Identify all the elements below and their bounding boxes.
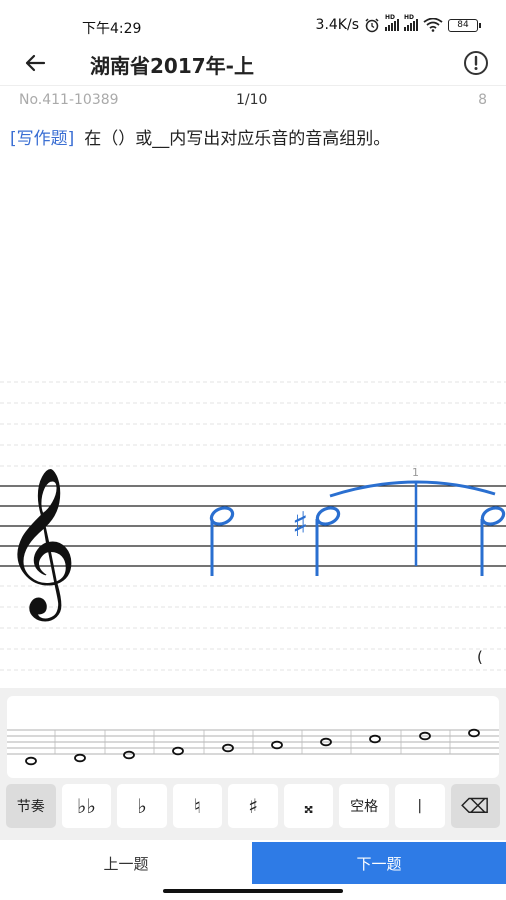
arrow-left-icon[interactable]: [20, 48, 50, 78]
double-flat-icon: ♭♭: [76, 794, 96, 818]
network-speed: 3.4K/s: [315, 17, 359, 33]
status-bar: 下午4:29 3.4K/s HD HD 84: [0, 0, 506, 40]
question-number: No.411-10389: [19, 92, 119, 108]
flat-icon: ♭: [137, 794, 147, 818]
double-flat-key[interactable]: ♭♭: [61, 784, 112, 828]
alarm-icon: [365, 18, 379, 33]
bottom-nav: 上一题 下一题: [0, 842, 506, 884]
pitch-selector[interactable]: [7, 696, 499, 778]
prev-question-button[interactable]: 上一题: [0, 842, 252, 884]
treble-clef-icon: 𝄞: [2, 466, 78, 621]
backspace-icon: ⌫: [461, 794, 490, 818]
note-1[interactable]: [209, 505, 235, 576]
exclamation-circle-icon[interactable]: [462, 49, 490, 77]
natural-key[interactable]: ♮: [172, 784, 223, 828]
question-text: 在（）或__内写出对应乐音的音高组别。: [84, 129, 391, 149]
question-type-tag: [写作题]: [10, 129, 75, 149]
barline-key[interactable]: |: [394, 784, 445, 828]
double-sharp-icon: 𝄪: [304, 794, 314, 818]
signal-icon: HD: [385, 14, 399, 31]
question-prompt: [写作题] 在（）或__内写出对应乐音的音高组别。: [10, 124, 390, 149]
wifi-icon: [423, 18, 443, 32]
svg-text:𝄞: 𝄞: [2, 466, 78, 621]
guide-lines-top: [0, 381, 506, 467]
status-icons: 3.4K/s HD HD 84: [315, 14, 481, 33]
pitch-notes[interactable]: [25, 728, 480, 766]
page-title: 湖南省2017年-上: [90, 54, 254, 78]
sharp-icon: ♯: [248, 794, 258, 818]
staff-editor[interactable]: 𝄞 ♯ 1 (: [0, 376, 506, 676]
question-score: 8: [478, 92, 487, 108]
question-meta: No.411-10389 1/10 8: [0, 92, 506, 112]
flat-key[interactable]: ♭: [117, 784, 167, 828]
signal-icon: HD: [404, 14, 418, 31]
rhythm-key[interactable]: 节奏: [6, 784, 56, 828]
natural-icon: ♮: [193, 794, 202, 818]
double-sharp-key[interactable]: 𝄪: [283, 784, 334, 828]
measure-number: 1: [412, 466, 419, 479]
next-question-button[interactable]: 下一题: [252, 842, 506, 884]
page-indicator: 1/10: [236, 92, 268, 108]
sharp-accidental[interactable]: ♯: [292, 505, 308, 545]
header: 湖南省2017年-上: [0, 40, 506, 86]
status-time: 下午4:29: [82, 21, 142, 37]
note-3[interactable]: [480, 505, 506, 576]
slur-arc: [329, 480, 496, 498]
space-key[interactable]: 空格: [339, 784, 389, 828]
backspace-key[interactable]: ⌫: [450, 784, 501, 828]
home-indicator[interactable]: [163, 889, 343, 893]
key-row: 节奏 ♭♭ ♭ ♮ ♯ 𝄪 空格 | ⌫: [6, 784, 501, 828]
answer-paren[interactable]: (: [477, 648, 483, 666]
sharp-key[interactable]: ♯: [228, 784, 278, 828]
battery-icon: 84: [448, 18, 481, 32]
music-keyboard: 节奏 ♭♭ ♭ ♮ ♯ 𝄪 空格 | ⌫: [0, 688, 506, 840]
note-2[interactable]: [315, 505, 341, 576]
